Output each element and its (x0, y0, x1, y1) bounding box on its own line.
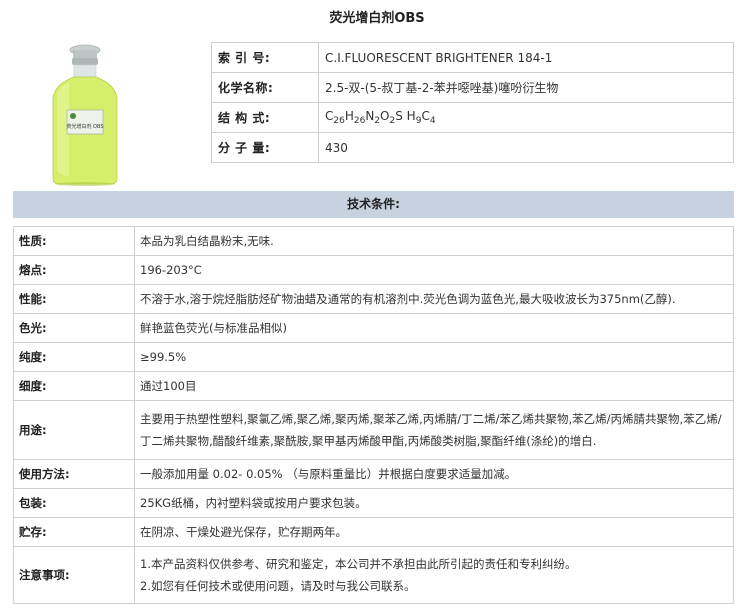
spec-value: 196-203°C (134, 255, 734, 285)
spec-label: 用途: (13, 400, 135, 460)
info-row-chemical-name: 化学名称: 2.5-双-(5-叔丁基-2-苯并噁唑基)噻吩衍生物 (211, 72, 734, 103)
info-row-index: 索 引 号: C.I.FLUORESCENT BRIGHTENER 184-1 (211, 42, 734, 73)
note-line: 1.本产品资料仅供参考、研究和鉴定，本公司并不承担由此所引起的责任和专利纠纷。 (140, 557, 577, 571)
spec-label: 色光: (13, 313, 135, 343)
info-label: 结 构 式: (211, 102, 319, 133)
info-value: 430 (318, 132, 734, 163)
spec-value: 通过100目 (134, 371, 734, 401)
spec-row: 熔点: 196-203°C (13, 255, 734, 285)
spec-row: 性质: 本品为乳白结晶粉末,无味. (13, 226, 734, 256)
spec-row: 色光: 鲜艳蓝色荧光(与标准品相似) (13, 313, 734, 343)
spec-label: 性质: (13, 226, 135, 256)
spec-label: 包装: (13, 488, 135, 518)
spec-value: ≥99.5% (134, 342, 734, 372)
info-label: 化学名称: (211, 72, 319, 103)
spec-value: 本品为乳白结晶粉末,无味. (134, 226, 734, 256)
spec-label: 熔点: (13, 255, 135, 285)
spec-label: 细度: (13, 371, 135, 401)
spec-value-notes: 1.本产品资料仅供参考、研究和鉴定，本公司并不承担由此所引起的责任和专利纠纷。 … (134, 546, 734, 604)
spec-row: 细度: 通过100目 (13, 371, 734, 401)
spec-label: 注意事项: (13, 546, 135, 604)
info-value-formula: C26H26N2O2S H9C4 (318, 102, 734, 133)
spec-row: 用途: 主要用于热塑性塑料,聚氯乙烯,聚乙烯,聚丙烯,聚苯乙烯,丙烯腈/丁二烯/… (13, 400, 734, 460)
spec-value: 不溶于水,溶于烷烃脂肪烃矿物油蜡及通常的有机溶剂中.荧光色调为蓝色光,最大吸收波… (134, 284, 734, 314)
spec-label: 贮存: (13, 517, 135, 547)
spec-row: 包装: 25KG纸桶，内衬塑料袋或按用户要求包装。 (13, 488, 734, 518)
spec-label: 纯度: (13, 342, 135, 372)
info-label: 分 子 量: (211, 132, 319, 163)
page-title: 荧光增白剂OBS (329, 11, 425, 26)
product-info-table: 索 引 号: C.I.FLUORESCENT BRIGHTENER 184-1 … (211, 42, 734, 163)
page: 荧光增白剂OBS 荧光增白剂 OBS 索 引 号: C.I.FLUORESCEN… (0, 0, 754, 604)
spec-row: 注意事项: 1.本产品资料仅供参考、研究和鉴定，本公司并不承担由此所引起的责任和… (13, 546, 734, 604)
spec-row: 性能: 不溶于水,溶于烷烃脂肪烃矿物油蜡及通常的有机溶剂中.荧光色调为蓝色光,最… (13, 284, 734, 314)
info-value: 2.5-双-(5-叔丁基-2-苯并噁唑基)噻吩衍生物 (318, 72, 734, 103)
spec-row: 使用方法: 一般添加用量 0.02- 0.05% （与原料重量比）并根据白度要求… (13, 459, 734, 489)
info-row-formula: 结 构 式: C26H26N2O2S H9C4 (211, 102, 734, 133)
spec-label: 性能: (13, 284, 135, 314)
spec-value: 鲜艳蓝色荧光(与标准品相似) (134, 313, 734, 343)
spec-value: 在阴凉、干燥处避光保存，贮存期两年。 (134, 517, 734, 547)
bottle-label-text: 荧光增白剂 OBS (66, 123, 103, 130)
brand-logo-icon (70, 113, 76, 119)
spec-row: 贮存: 在阴凉、干燥处避光保存，贮存期两年。 (13, 517, 734, 547)
product-bottle-image: 荧光增白剂 OBS (52, 44, 118, 186)
spec-value: 一般添加用量 0.02- 0.05% （与原料重量比）并根据白度要求适量加减。 (134, 459, 734, 489)
spec-row: 纯度: ≥99.5% (13, 342, 734, 372)
spec-value: 25KG纸桶，内衬塑料袋或按用户要求包装。 (134, 488, 734, 518)
section-header: 技术条件: (13, 191, 734, 218)
info-value: C.I.FLUORESCENT BRIGHTENER 184-1 (318, 42, 734, 73)
note-line: 2.如您有任何技术或使用问题，请及时与我公司联系。 (140, 579, 416, 593)
info-label: 索 引 号: (211, 42, 319, 73)
spec-table: 性质: 本品为乳白结晶粉末,无味. 熔点: 196-203°C 性能: 不溶于水… (13, 226, 734, 604)
info-row-molecular-weight: 分 子 量: 430 (211, 132, 734, 163)
spec-label: 使用方法: (13, 459, 135, 489)
spec-value: 主要用于热塑性塑料,聚氯乙烯,聚乙烯,聚丙烯,聚苯乙烯,丙烯腈/丁二烯/苯乙烯共… (134, 400, 734, 460)
